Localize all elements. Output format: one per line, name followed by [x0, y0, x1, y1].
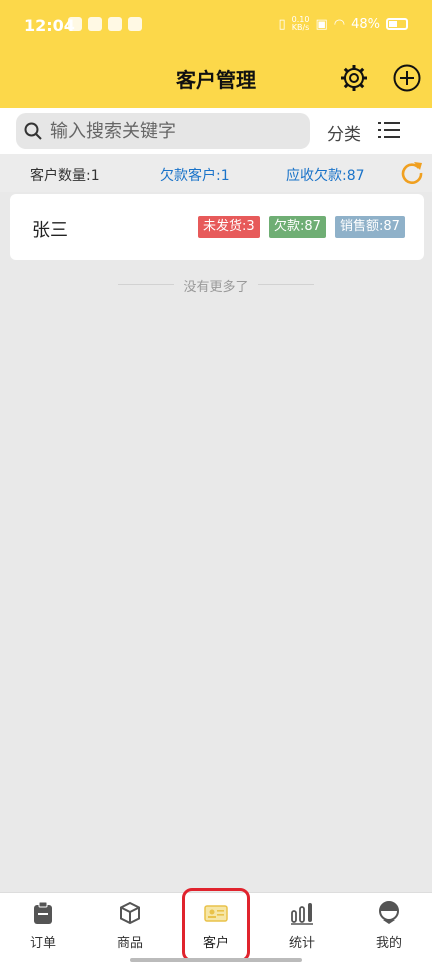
customer-count: 客户数量:1 — [30, 168, 100, 184]
app-notification-icon — [68, 17, 82, 31]
sim-icon: ▣ — [315, 16, 328, 32]
list-end-text: 没有更多了 — [183, 280, 249, 295]
gear-icon[interactable] — [340, 64, 368, 92]
battery-percent: 48% — [351, 16, 380, 32]
refresh-icon[interactable] — [400, 160, 424, 184]
crown-notification-icon — [88, 17, 102, 31]
search-box[interactable] — [16, 113, 310, 149]
add-customer-icon[interactable] — [393, 64, 421, 92]
sales-badge: 销售额:87 — [335, 216, 405, 238]
weibo-notification-icon — [108, 17, 122, 31]
home-indicator — [130, 958, 302, 962]
search-row: 分类 — [0, 108, 432, 154]
category-button[interactable]: 分类 — [327, 120, 361, 145]
search-input[interactable] — [50, 113, 300, 149]
vibrate-icon: ▯ — [278, 16, 286, 32]
tab-profile[interactable]: 我的 — [346, 893, 432, 964]
notification-icons — [68, 17, 142, 31]
divider-right — [258, 284, 314, 285]
battery-icon — [386, 18, 408, 30]
box-icon — [120, 901, 140, 925]
tab-statistics[interactable]: 统计 — [259, 893, 345, 964]
list-menu-icon[interactable] — [378, 121, 400, 139]
receivable-link[interactable]: 应收欠款:87 — [286, 165, 365, 185]
status-bar: 12:04 ▯ 0.10 KB/s ▣ ◠ 48% — [0, 0, 432, 50]
shield-notification-icon — [128, 17, 142, 31]
unshipped-badge: 未发货:3 — [198, 216, 260, 238]
app-header: 12:04 ▯ 0.10 KB/s ▣ ◠ 48% 客户管理 — [0, 0, 432, 108]
customer-name: 张三 — [32, 220, 68, 241]
bar-chart-icon — [291, 903, 313, 925]
user-icon — [379, 901, 399, 924]
clipboard-icon — [34, 901, 52, 924]
active-tab-highlight — [182, 888, 250, 962]
debt-badge: 欠款:87 — [269, 216, 326, 238]
tab-products[interactable]: 商品 — [87, 893, 173, 964]
search-icon — [24, 122, 42, 140]
network-speed: 0.10 KB/s — [291, 15, 310, 32]
stats-row: 客户数量:1 欠款客户:1 应收欠款:87 — [0, 154, 432, 192]
customer-card[interactable]: 张三 未发货:3 欠款:87 销售额:87 — [10, 194, 424, 260]
wifi-icon: ◠ — [333, 16, 346, 32]
debt-customers-link[interactable]: 欠款客户:1 — [160, 165, 230, 185]
tab-orders[interactable]: 订单 — [0, 893, 86, 964]
status-right: ▯ 0.10 KB/s ▣ ◠ 48% — [278, 16, 408, 32]
